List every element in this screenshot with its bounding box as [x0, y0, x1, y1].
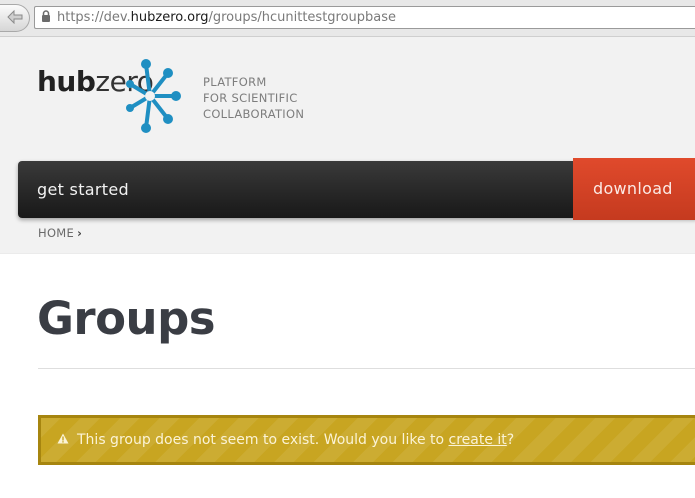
title-divider [38, 368, 695, 369]
create-group-link[interactable]: create it [449, 432, 507, 448]
lock-icon [41, 9, 51, 26]
url-prefix: https://dev. [57, 10, 131, 25]
warning-banner: This group does not seem to exist. Would… [38, 415, 695, 465]
breadcrumb-separator: › [77, 226, 83, 240]
nav-download-button[interactable]: download [573, 158, 695, 220]
url-host: hubzero.org [130, 10, 209, 25]
nav-get-started-link[interactable]: get started [37, 161, 129, 218]
tagline-line: PLATFORM [203, 75, 267, 89]
browser-toolbar: https://dev. hubzero.org/groups/hcunittes… [0, 0, 695, 37]
tagline-line: FOR SCIENTIFIC [203, 91, 298, 105]
warning-icon [57, 432, 69, 448]
address-bar[interactable]: https://dev. hubzero.org/groups/hcunittes… [34, 6, 695, 29]
tagline-line: COLLABORATION [203, 107, 305, 121]
url-path: /groups/hcunittestgroupbase [208, 10, 397, 25]
hubzero-logo-mark-icon [126, 56, 188, 140]
page-title: Groups [37, 292, 216, 345]
breadcrumb: HOME › [38, 226, 82, 240]
back-arrow-icon [6, 9, 23, 28]
warning-message-end: ? [506, 432, 515, 448]
logo-hub-text: hub [37, 65, 96, 98]
breadcrumb-home-link[interactable]: HOME [38, 226, 74, 240]
site-tagline: PLATFORM FOR SCIENTIFIC COLLABORATION [203, 74, 304, 122]
divider [0, 253, 695, 254]
back-button[interactable] [0, 4, 30, 32]
warning-message: This group does not seem to exist. Would… [77, 432, 445, 448]
